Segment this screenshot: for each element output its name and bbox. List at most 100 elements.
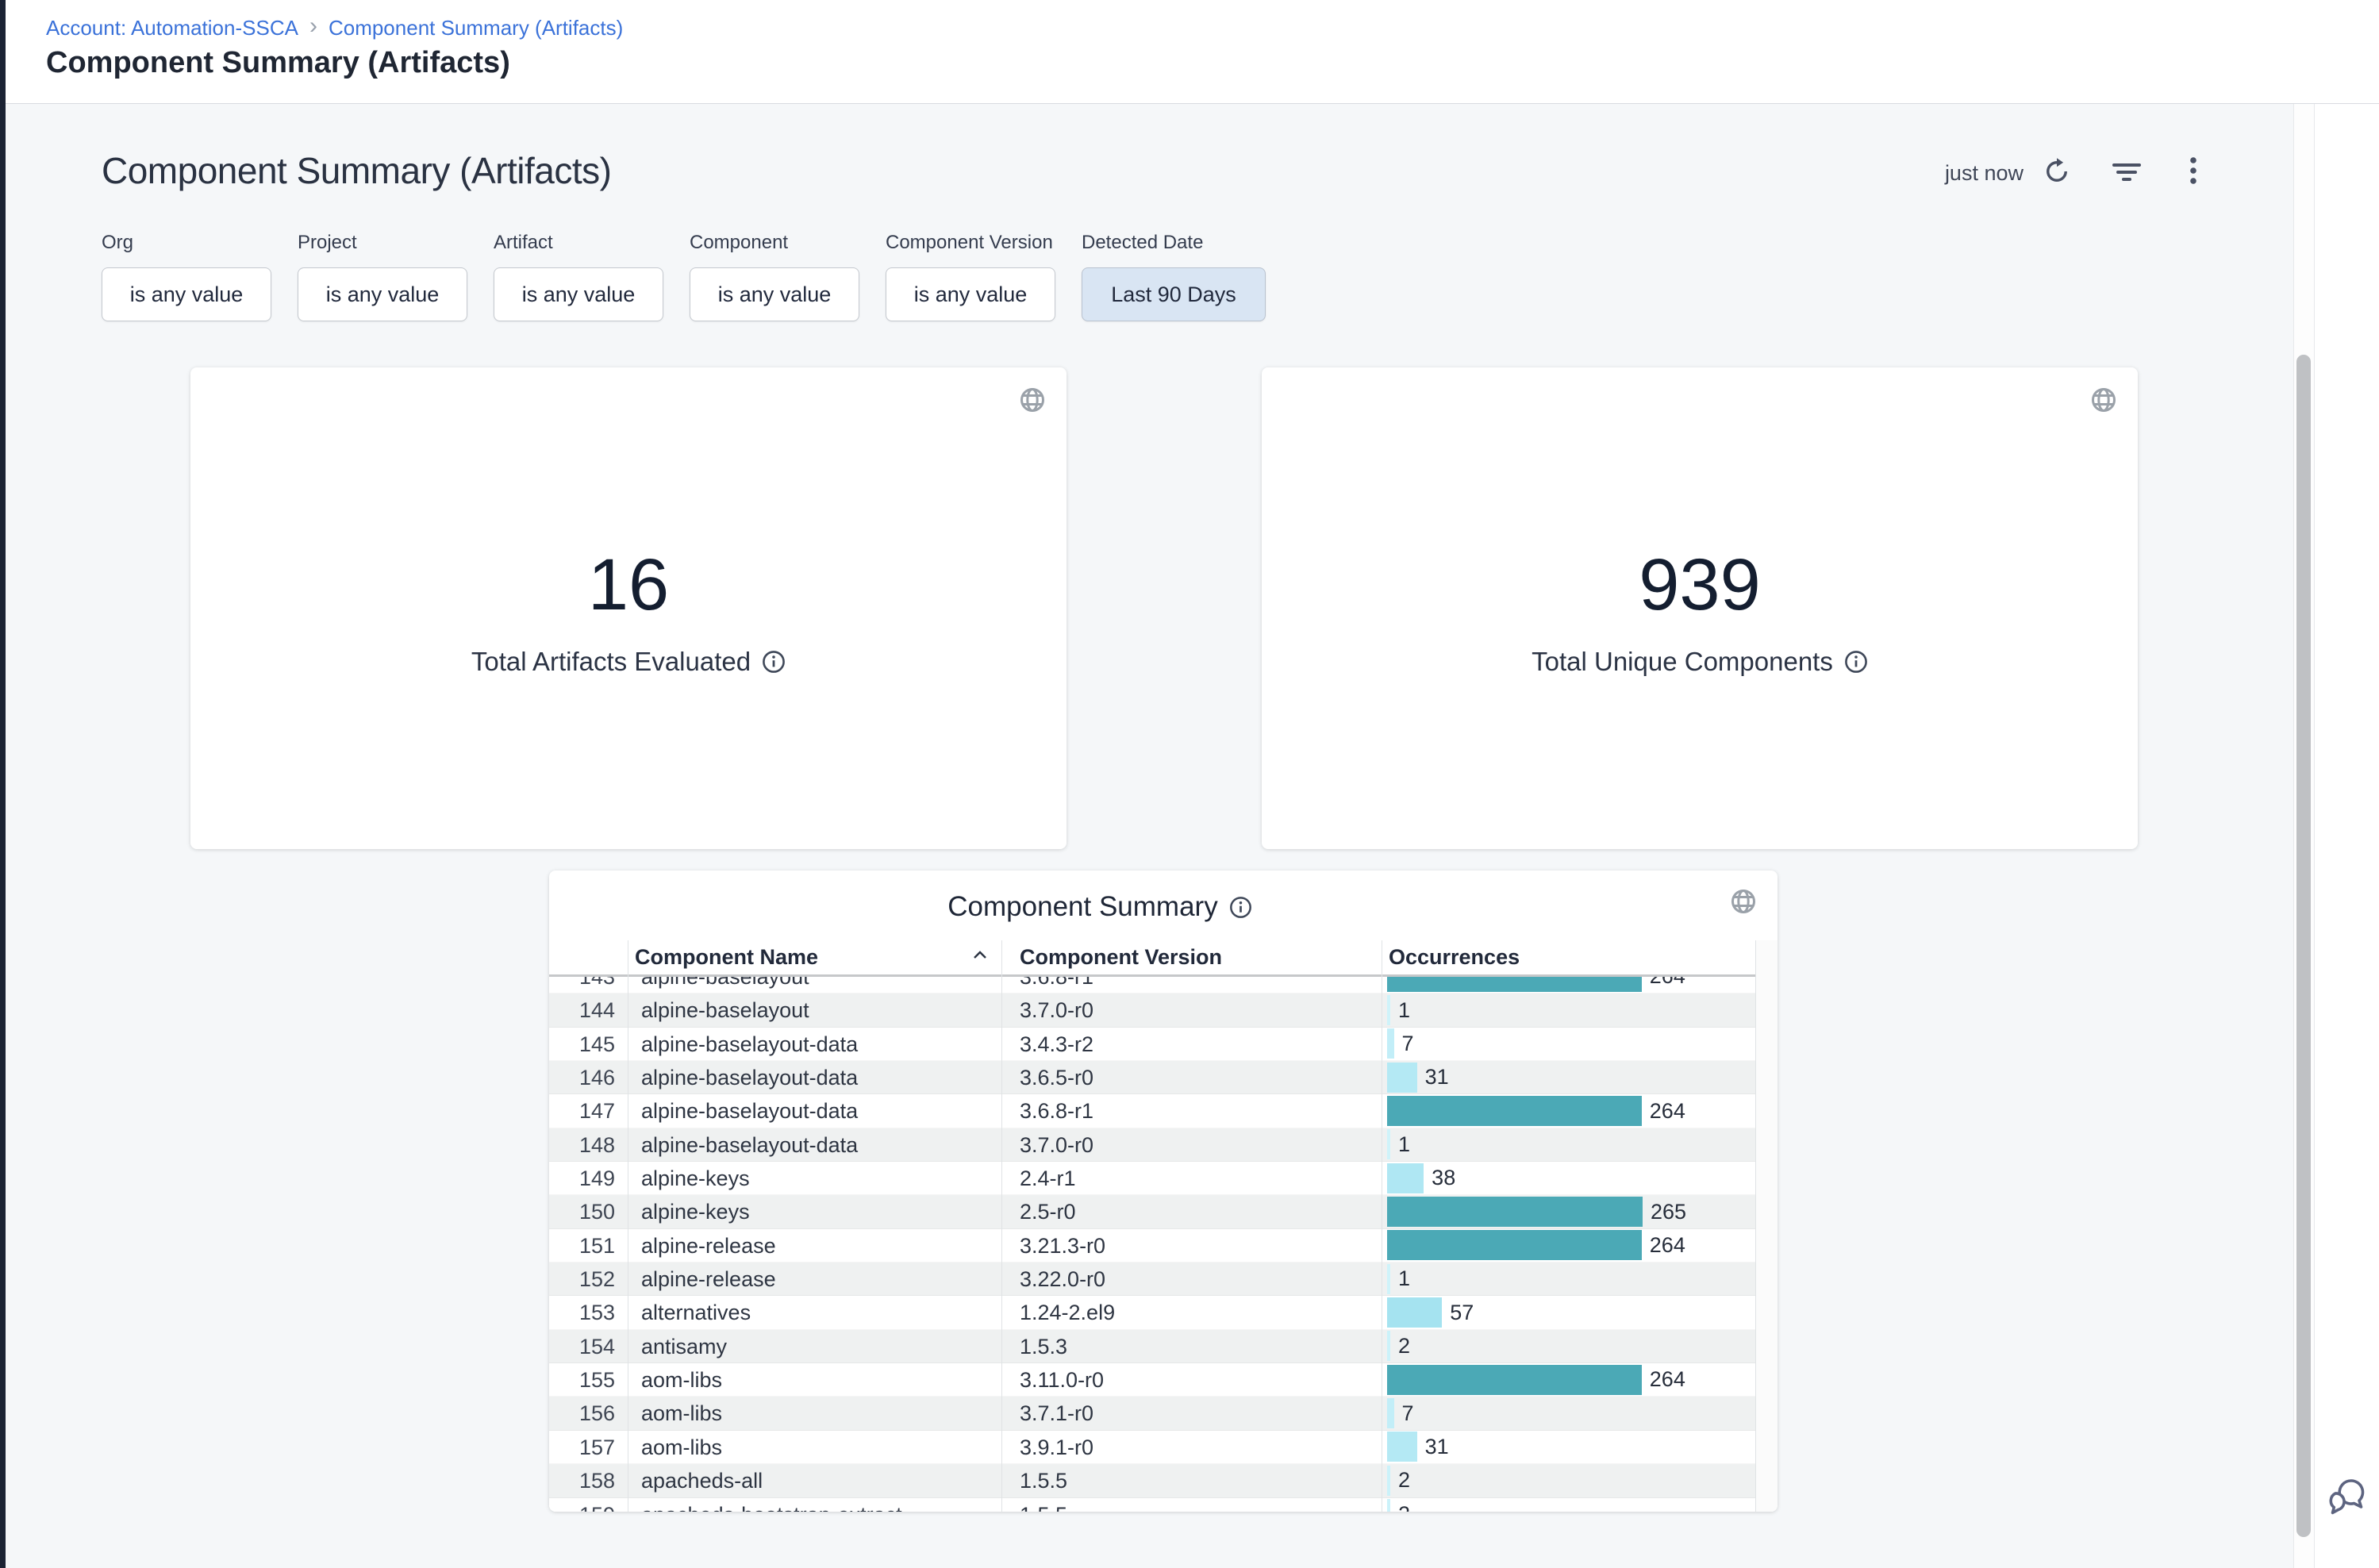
table-row: 159apacheds-bootstrap-extract1.5.52 (549, 1498, 1778, 1512)
globe-icon[interactable] (1019, 386, 1046, 413)
row-index-cell: 151 (549, 1229, 628, 1262)
more-options-button[interactable] (2177, 154, 2209, 189)
occurrence-bar (1387, 995, 1390, 1025)
row-index-cell: 157 (549, 1431, 628, 1463)
row-index-cell: 159 (549, 1498, 628, 1512)
occurrence-value: 264 (1650, 977, 1685, 989)
column-header-component-version[interactable]: Component Version (1020, 945, 1222, 970)
occurrence-bar (1387, 1499, 1390, 1512)
table-row: 153alternatives1.24-2.el957 (549, 1296, 1778, 1329)
occurrence-value: 1 (1398, 1266, 1410, 1291)
info-icon[interactable] (1229, 896, 1252, 919)
component-name-cell: alpine-baselayout-data (628, 1028, 1001, 1060)
column-header-component-name[interactable]: Component Name (635, 945, 818, 970)
filter-button-detected-date[interactable]: Last 90 Days (1082, 267, 1266, 321)
filter-label-component: Component (690, 232, 859, 254)
occurrence-value: 264 (1650, 1233, 1685, 1258)
column-divider (1001, 940, 1002, 1512)
filter-button-project[interactable]: is any value (298, 267, 467, 321)
occurrence-value: 31 (1425, 1435, 1449, 1459)
occurrence-value: 57 (1450, 1301, 1474, 1325)
component-version-cell: 2.4-r1 (1001, 1162, 1382, 1194)
occurrence-bar (1387, 1331, 1390, 1361)
breadcrumb-account-link[interactable]: Account: Automation-SSCA (46, 16, 298, 40)
info-icon[interactable] (1844, 650, 1868, 674)
occurrence-bar (1387, 1230, 1642, 1260)
table-row: 148alpine-baselayout-data3.7.0-r01 (549, 1128, 1778, 1162)
occurrences-cell: 264 (1382, 1363, 1755, 1396)
component-name-cell: alpine-release (628, 1229, 1001, 1262)
table-body: 143alpine-baselayout3.6.8-r1264144alpine… (549, 977, 1778, 1512)
globe-icon[interactable] (1730, 888, 1757, 915)
occurrences-cell: 2 (1382, 1330, 1755, 1362)
component-version-cell: 1.5.5 (1001, 1498, 1382, 1512)
filter-lines-icon (2111, 157, 2143, 186)
occurrences-cell: 2 (1382, 1464, 1755, 1497)
table-header: Component Name Component Version Occurre… (549, 940, 1778, 974)
component-name-cell: alpine-keys (628, 1195, 1001, 1228)
column-header-occurrences[interactable]: Occurrences (1389, 945, 1520, 970)
refresh-icon (2043, 157, 2071, 186)
component-name-cell: aom-libs (628, 1431, 1001, 1463)
occurrence-value: 2 (1398, 1334, 1410, 1359)
chat-bubbles-icon (2322, 1474, 2373, 1519)
occurrence-bar (1387, 1063, 1417, 1093)
globe-icon[interactable] (2090, 386, 2117, 413)
component-version-cell: 1.24-2.el9 (1001, 1296, 1382, 1328)
occurrence-value: 264 (1650, 1367, 1685, 1392)
table-row: 155aom-libs3.11.0-r0264 (549, 1363, 1778, 1397)
occurrences-cell: 2 (1382, 1498, 1755, 1512)
breadcrumb-current-link[interactable]: Component Summary (Artifacts) (329, 16, 623, 40)
component-version-cell: 3.21.3-r0 (1001, 1229, 1382, 1262)
occurrences-cell: 1 (1382, 1262, 1755, 1295)
table-title: Component Summary (947, 891, 1217, 923)
filter-label-artifact: Artifact (494, 232, 663, 254)
occurrences-cell: 1 (1382, 1128, 1755, 1161)
occurrence-bar (1387, 1398, 1394, 1428)
refresh-button[interactable] (2041, 154, 2073, 189)
occurrences-cell: 1 (1382, 993, 1755, 1026)
row-index-cell: 150 (549, 1195, 628, 1228)
chat-support-button[interactable] (2322, 1474, 2373, 1522)
filter-buttons: is any value is any value is any value is a… (102, 267, 1266, 321)
occurrence-bar (1387, 1365, 1642, 1395)
occurrence-value: 38 (1432, 1166, 1455, 1190)
collapsed-sidebar[interactable] (0, 0, 6, 1568)
row-index-cell: 158 (549, 1464, 628, 1497)
table-row: 144alpine-baselayout3.7.0-r01 (549, 993, 1778, 1027)
filter-button-component[interactable]: is any value (690, 267, 859, 321)
occurrences-cell: 57 (1382, 1296, 1755, 1328)
component-version-cell: 3.9.1-r0 (1001, 1431, 1382, 1463)
component-version-cell: 1.5.5 (1001, 1464, 1382, 1497)
occurrence-bar (1387, 1297, 1442, 1328)
dashboard-filters-button[interactable] (2111, 154, 2143, 189)
row-index-cell: 152 (549, 1262, 628, 1295)
stat-label: Total Unique Components (1532, 647, 1833, 677)
chevron-right-icon: › (309, 16, 317, 37)
occurrences-cell: 38 (1382, 1162, 1755, 1194)
filter-button-artifact[interactable]: is any value (494, 267, 663, 321)
table-row: 152alpine-release3.22.0-r01 (549, 1262, 1778, 1296)
sort-ascending-icon[interactable] (972, 950, 988, 959)
occurrence-bar (1387, 977, 1642, 992)
table-row: 146alpine-baselayout-data3.6.5-r031 (549, 1061, 1778, 1094)
row-index-cell: 146 (549, 1061, 628, 1093)
component-name-cell: aom-libs (628, 1363, 1001, 1396)
occurrences-cell: 264 (1382, 1094, 1755, 1127)
row-index-cell: 156 (549, 1397, 628, 1429)
component-version-cell: 1.5.3 (1001, 1330, 1382, 1362)
table-row: 151alpine-release3.21.3-r0 264 (549, 1229, 1778, 1262)
info-icon[interactable] (762, 650, 786, 674)
page-scrollbar-thumb[interactable] (2296, 355, 2311, 1537)
filter-label-project: Project (298, 232, 467, 254)
component-name-cell: alpine-baselayout (628, 993, 1001, 1026)
occurrence-bar (1387, 1096, 1642, 1126)
table-scrollbar-track[interactable] (1756, 940, 1778, 1512)
filter-button-component-version[interactable]: is any value (886, 267, 1055, 321)
component-name-cell: alpine-keys (628, 1162, 1001, 1194)
occurrences-cell: 31 (1382, 1061, 1755, 1093)
occurrence-value: 1 (1398, 1132, 1410, 1157)
component-version-cell: 3.4.3-r2 (1001, 1028, 1382, 1060)
filter-button-org[interactable]: is any value (102, 267, 271, 321)
more-vert-icon (2189, 156, 2197, 187)
